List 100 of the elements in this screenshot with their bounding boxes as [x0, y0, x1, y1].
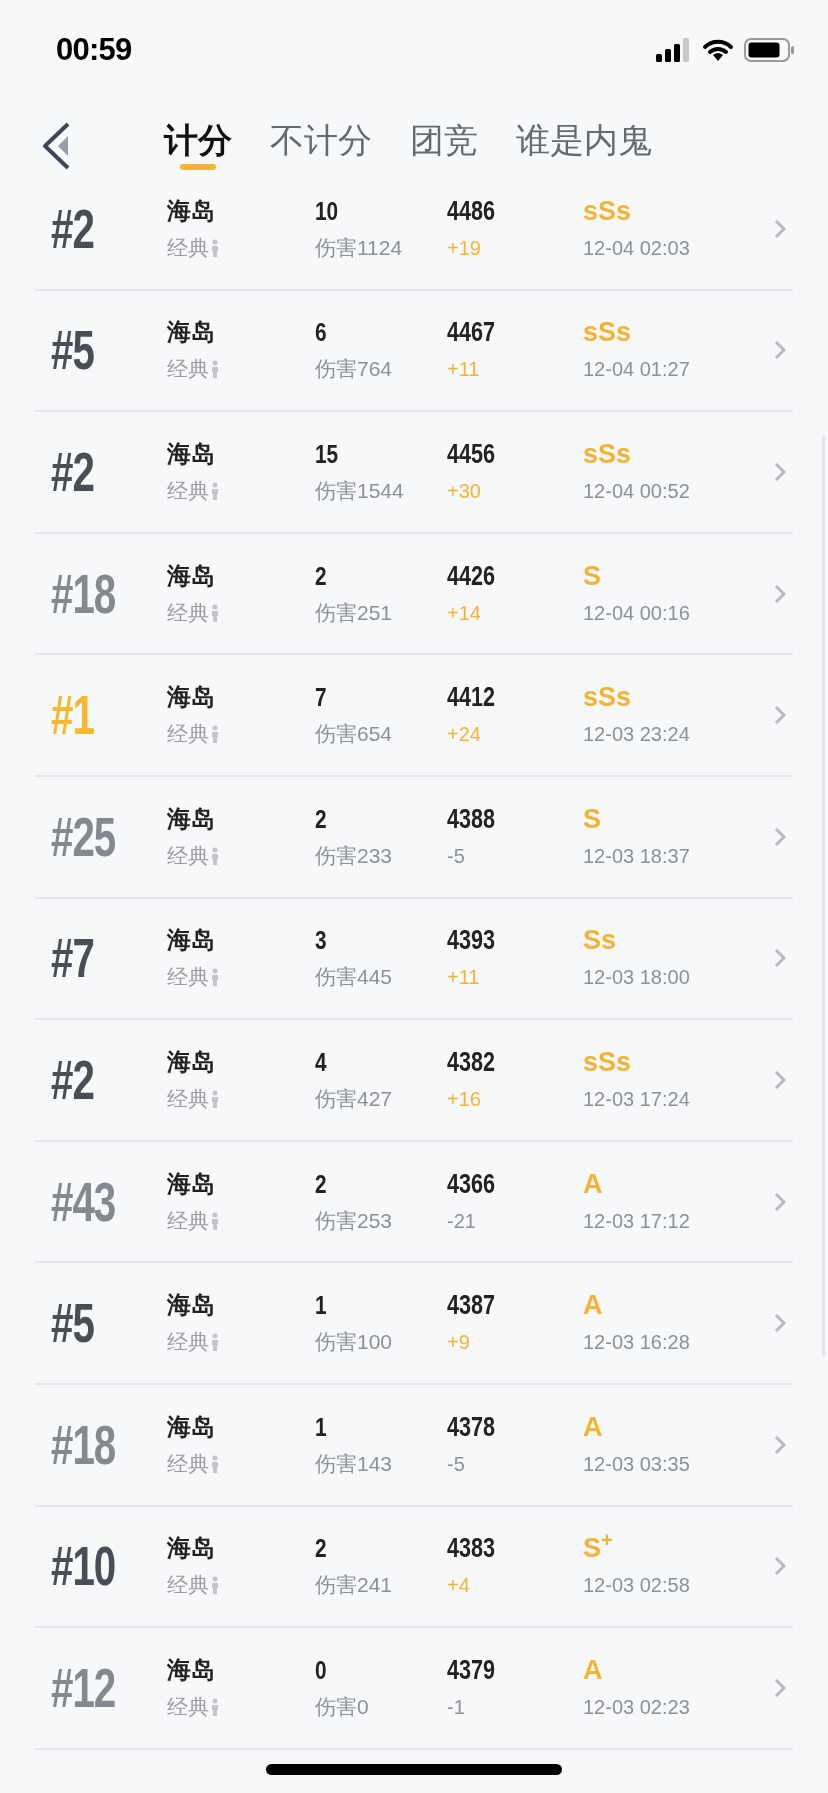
kills-count: 2	[315, 1168, 327, 1199]
score-change: +16	[447, 1086, 481, 1112]
grade-label: sSs	[583, 195, 632, 226]
mode-label: 经典	[167, 599, 209, 626]
tab[interactable]: 计分	[164, 120, 232, 160]
rank-number: #43	[51, 1173, 116, 1230]
score-change: +14	[447, 600, 481, 626]
damage-label: 伤害654	[315, 721, 393, 748]
damage-label: 伤害1544	[315, 478, 404, 504]
person-icon	[211, 1211, 219, 1230]
match-time: 12-03 17:12	[583, 1208, 690, 1234]
person-icon	[211, 603, 219, 622]
score-value: 4456	[447, 439, 496, 469]
grade-label: sSs	[583, 1046, 632, 1077]
chevron-right-icon[interactable]	[774, 1313, 786, 1334]
status-time: 00:59	[56, 30, 132, 69]
tab[interactable]: 不计分	[270, 120, 372, 160]
score-value: 4366	[447, 1168, 496, 1199]
rank-number: #18	[51, 565, 116, 622]
kills-count: 7	[315, 682, 327, 713]
rank-number: #2	[51, 444, 94, 500]
chevron-right-icon[interactable]	[774, 583, 786, 604]
person-icon	[211, 238, 219, 257]
damage-label: 伤害253	[315, 1207, 393, 1234]
map-name: 海岛	[167, 1168, 215, 1199]
mode-label: 经典	[167, 478, 209, 504]
score-change: +9	[447, 1330, 470, 1356]
person-icon	[211, 1454, 219, 1473]
person-icon	[211, 1697, 219, 1716]
chevron-right-icon[interactable]	[774, 826, 786, 847]
damage-label: 伤害427	[315, 1085, 393, 1112]
chevron-right-icon[interactable]	[774, 1069, 786, 1090]
match-time: 12-04 02:03	[583, 235, 690, 261]
score-value: 4393	[447, 925, 496, 956]
person-icon	[211, 725, 219, 744]
score-change: +30	[447, 479, 481, 504]
mode-label: 经典	[167, 842, 209, 869]
map-name: 海岛	[167, 1046, 215, 1077]
score-change: -21	[447, 1208, 476, 1234]
person-icon	[211, 968, 219, 987]
kills-count: 2	[315, 560, 327, 591]
grade-label: sSs	[583, 682, 632, 713]
tab[interactable]: 谁是内鬼	[516, 120, 652, 160]
chevron-right-icon[interactable]	[774, 340, 786, 361]
damage-label: 伤害251	[315, 599, 393, 626]
damage-label: 伤害764	[315, 356, 393, 383]
chevron-right-icon[interactable]	[774, 1556, 786, 1577]
chevron-right-icon[interactable]	[774, 1434, 786, 1455]
rank-number: #2	[51, 200, 94, 257]
chevron-right-icon[interactable]	[774, 462, 786, 482]
battery-icon	[744, 37, 796, 63]
damage-label: 伤害241	[315, 1572, 393, 1599]
damage-label: 伤害233	[315, 842, 393, 869]
match-time: 12-03 03:35	[583, 1451, 690, 1477]
match-time: 12-04 01:27	[583, 357, 690, 383]
rank-number: #5	[51, 322, 94, 379]
match-time: 12-03 18:37	[583, 843, 690, 869]
score-value: 4379	[447, 1654, 496, 1685]
mode-label: 经典	[167, 1085, 209, 1112]
person-icon	[211, 846, 219, 865]
map-name: 海岛	[167, 925, 215, 956]
person-icon	[211, 360, 219, 379]
kills-count: 4	[315, 1046, 327, 1077]
person-icon	[211, 1576, 219, 1595]
chevron-right-icon[interactable]	[774, 705, 786, 726]
chevron-right-icon[interactable]	[774, 948, 786, 969]
grade-label: Ss	[583, 925, 617, 956]
damage-label: 伤害0	[315, 1693, 369, 1720]
damage-label: 伤害445	[315, 964, 393, 991]
match-time: 12-03 18:00	[583, 965, 690, 991]
grade-label: A	[583, 1290, 603, 1321]
tab[interactable]: 团竞	[410, 120, 478, 160]
score-value: 4412	[447, 682, 496, 713]
chevron-right-icon[interactable]	[774, 1191, 786, 1212]
grade-label: S	[583, 803, 601, 834]
back-icon[interactable]	[42, 122, 70, 170]
rank-number: #12	[51, 1659, 116, 1716]
score-change: +11	[447, 357, 480, 383]
chevron-right-icon[interactable]	[774, 218, 786, 239]
score-value: 4382	[447, 1046, 496, 1077]
chevron-right-icon[interactable]	[774, 1677, 786, 1698]
score-change: +24	[447, 722, 481, 748]
mode-label: 经典	[167, 1572, 209, 1599]
grade-label: A	[583, 1168, 603, 1199]
score-value: 4467	[447, 317, 496, 348]
kills-count: 1	[315, 1290, 327, 1321]
score-value: 4378	[447, 1411, 496, 1442]
map-name: 海岛	[167, 1533, 215, 1564]
grade-label: sSs	[583, 439, 632, 469]
kills-count: 1	[315, 1411, 327, 1442]
rank-number: #7	[51, 930, 94, 987]
score-change: -5	[447, 1451, 465, 1477]
kills-count: 2	[315, 803, 327, 834]
score-change: +4	[447, 1573, 470, 1599]
person-icon	[211, 1089, 219, 1108]
grade-label: S	[583, 560, 601, 591]
mode-label: 经典	[167, 234, 209, 261]
mode-label: 经典	[167, 1693, 209, 1720]
grade-label: A	[583, 1654, 603, 1685]
grade-label: S$^{+}$	[583, 1533, 613, 1564]
